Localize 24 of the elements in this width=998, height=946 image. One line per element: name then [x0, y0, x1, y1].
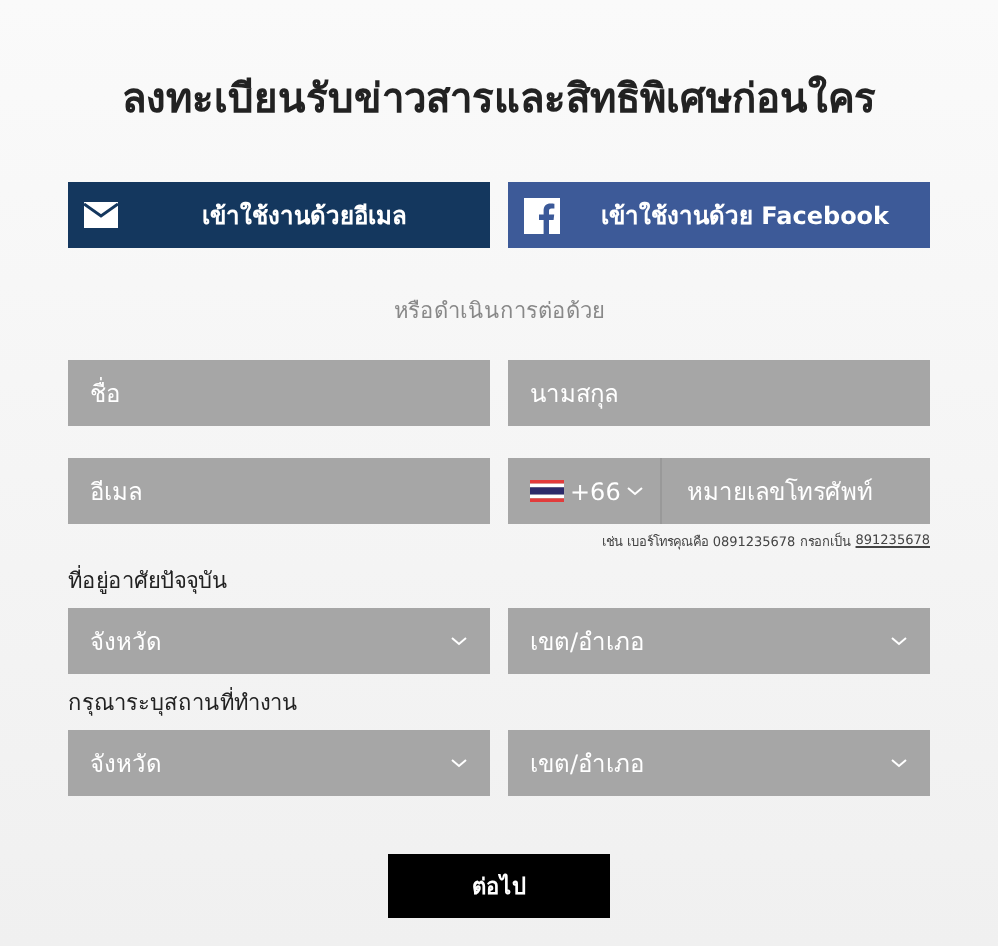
dropdown-select[interactable]: จังหวัด — [68, 730, 490, 796]
email-login-button[interactable]: เข้าใช้งานด้วยอีเมล — [68, 182, 490, 248]
dropdown-select[interactable]: เขต/อำเภอ — [508, 730, 930, 796]
dropdown-select[interactable]: เขต/อำเภอ — [508, 608, 930, 674]
divider-text: หรือดำเนินการต่อด้วย — [392, 296, 606, 328]
first-name-field[interactable]: ชื่อ — [68, 360, 490, 426]
flag-icon — [530, 480, 564, 502]
chevron-down-icon — [450, 758, 468, 768]
last-name-field[interactable]: นามสกุล — [508, 360, 930, 426]
chevron-down-icon — [626, 486, 645, 496]
facebook-icon — [524, 197, 560, 233]
phone-field[interactable]: +66 หมายเลขโทรศัพท์ — [508, 458, 930, 524]
country-code-select[interactable]: +66 — [508, 458, 663, 524]
chevron-down-icon — [890, 758, 908, 768]
email-field[interactable]: อีเมล — [68, 458, 490, 524]
section-label: ที่อยู่อาศัยปัจจุบัน — [68, 563, 230, 598]
dropdown-select[interactable]: จังหวัด — [68, 608, 490, 674]
chevron-down-icon — [890, 636, 908, 646]
section-label: กรุณาระบุสถานที่ทำงาน — [68, 685, 300, 720]
page-title: ลงทะเบียนรับข่าวสารและสิทธิพิเศษก่อนใคร — [122, 72, 876, 126]
next-button[interactable]: ต่อไป — [388, 854, 610, 918]
facebook-login-button[interactable]: เข้าใช้งานด้วย Facebook — [508, 182, 930, 248]
chevron-down-icon — [450, 636, 468, 646]
envelope-icon — [84, 202, 118, 228]
